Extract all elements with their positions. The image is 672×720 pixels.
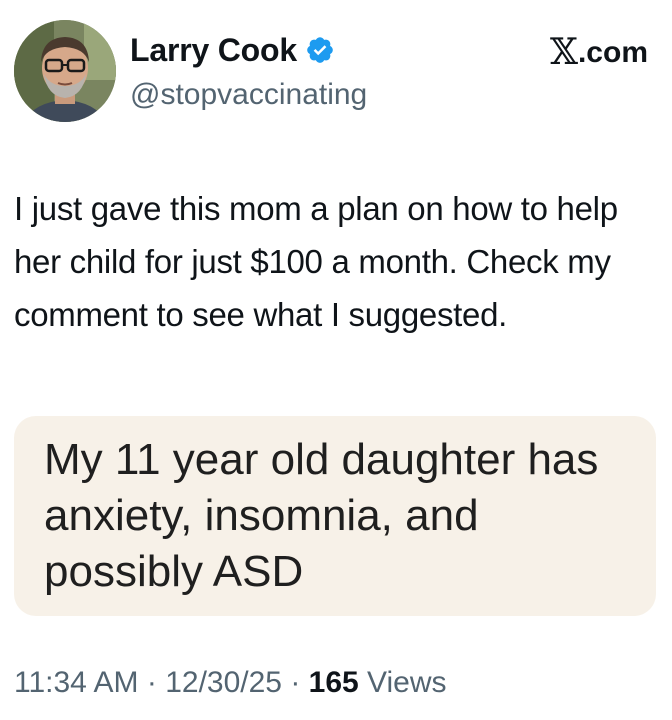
views-count: 165 bbox=[308, 666, 359, 699]
author-display-name[interactable]: Larry Cook bbox=[130, 30, 297, 70]
author-name-row: Larry Cook bbox=[130, 30, 335, 70]
tweet-text: I just gave this mom a plan on how to he… bbox=[14, 190, 618, 333]
attached-image-card[interactable]: My 11 year old daughter has anxiety, ins… bbox=[14, 416, 656, 616]
x-brand-logo[interactable]: 𝕏 .com bbox=[550, 34, 648, 72]
tweet-metadata: 11:34 AM · 12/30/25 · 165 Views bbox=[14, 664, 447, 702]
views-label: Views bbox=[358, 666, 447, 699]
attached-image-text: My 11 year old daughter has anxiety, ins… bbox=[44, 435, 599, 596]
x-logo-icon: 𝕏 bbox=[550, 32, 578, 73]
avatar[interactable] bbox=[14, 20, 116, 122]
author-handle[interactable]: @stopvaccinating bbox=[130, 76, 367, 114]
meta-separator: · bbox=[138, 666, 166, 699]
profile-photo-icon bbox=[14, 20, 116, 122]
verified-badge-icon bbox=[307, 37, 333, 63]
tweet-date[interactable]: 12/30/25 bbox=[165, 666, 282, 699]
tweet-time[interactable]: 11:34 AM bbox=[14, 666, 139, 699]
brand-suffix: .com bbox=[577, 36, 648, 69]
meta-separator: · bbox=[281, 666, 309, 699]
